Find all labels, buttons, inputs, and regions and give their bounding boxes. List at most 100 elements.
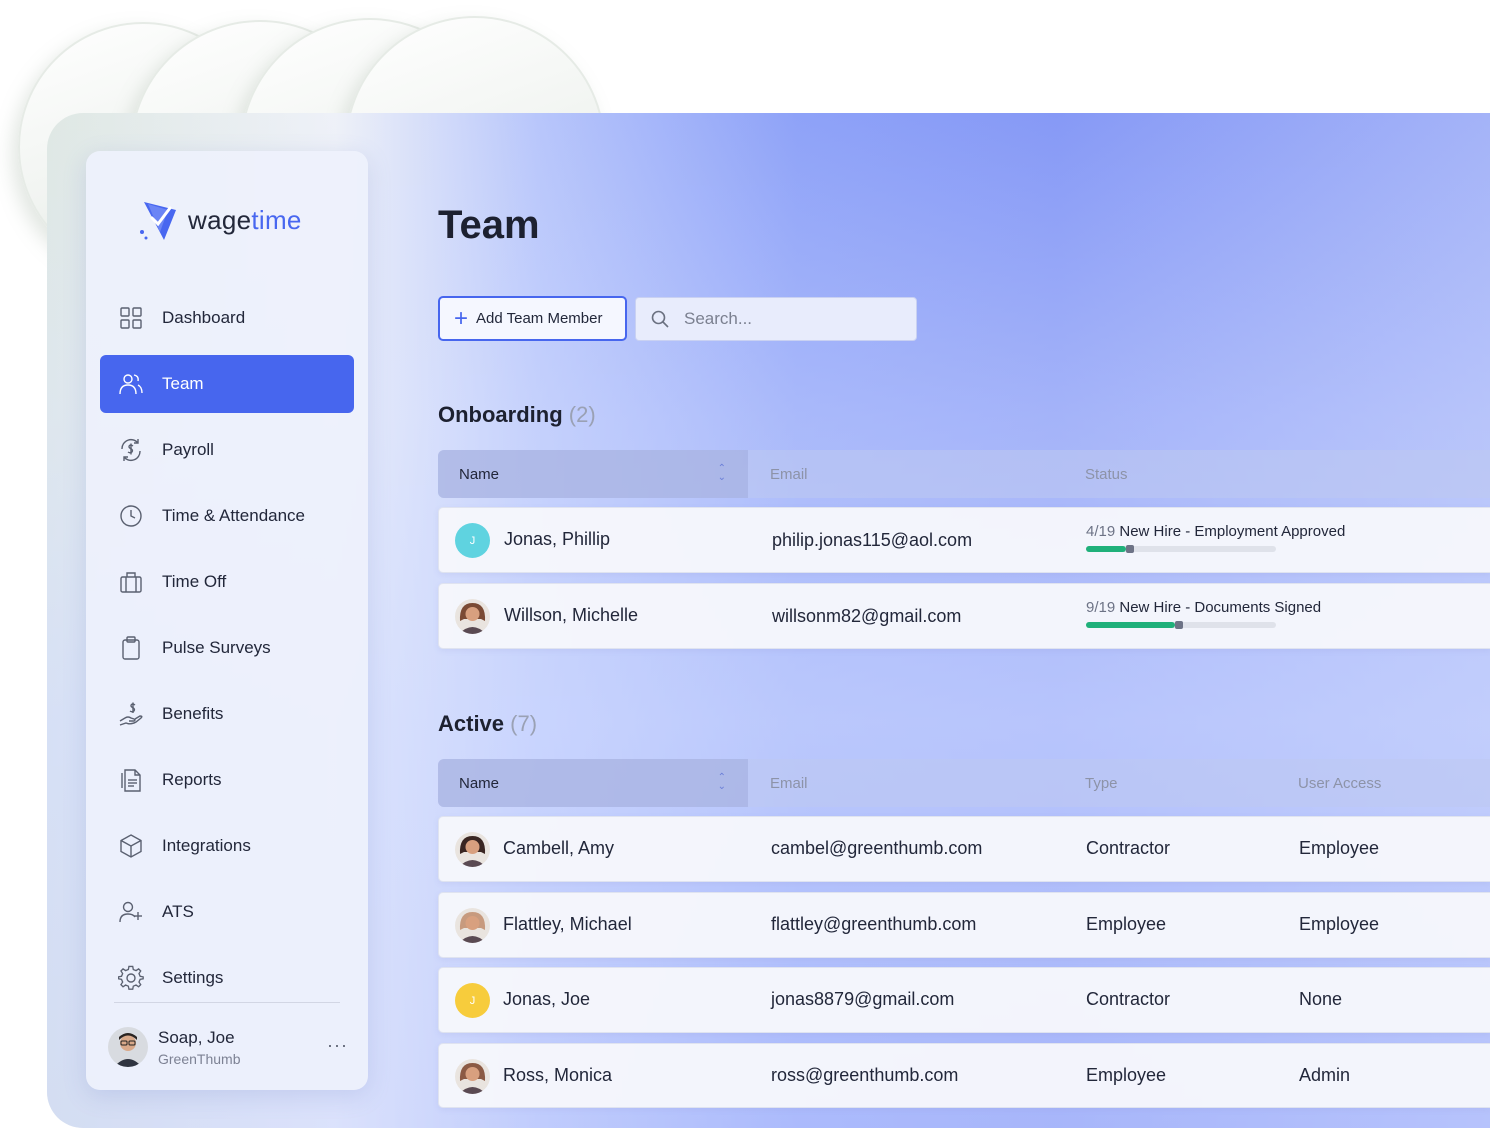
column-header-name-label: Name: [459, 465, 500, 483]
member-name: Flattley, Michael: [503, 914, 632, 934]
hand-dollar-icon: [118, 701, 144, 727]
sidebar-item-label: Time Off: [162, 572, 227, 591]
table-row[interactable]: J Jonas, Phillip philip.jonas115@aol.com 4/…: [438, 507, 1490, 573]
sidebar: wagetime Dashboard Team Payroll Time & Atte…: [86, 151, 368, 1090]
member-name: Cambell, Amy: [503, 838, 615, 858]
sidebar-item-label: Benefits: [162, 704, 224, 723]
sort-icon[interactable]: ⌃ ⌄: [718, 464, 726, 483]
cube-icon: [118, 833, 144, 859]
clock-icon: [118, 503, 144, 529]
page-title: Team: [438, 203, 540, 247]
plus-icon: +: [454, 304, 469, 332]
member-email: willsonm82@gmail.com: [772, 606, 962, 626]
onboarding-title: Onboarding: [438, 402, 563, 427]
member-name: Willson, Michelle: [504, 605, 639, 625]
user-plus-icon: [118, 899, 144, 925]
member-user-access: Employee: [1299, 914, 1380, 934]
avatar: J: [455, 983, 490, 1018]
active-table-header: Name ⌃ ⌄ Email Type User Access: [438, 759, 1490, 807]
active-section-title: Active (7): [438, 711, 537, 737]
member-type: Contractor: [1086, 838, 1171, 858]
brand-logo[interactable]: wagetime: [138, 196, 302, 244]
member-type: Contractor: [1086, 989, 1171, 1009]
sidebar-item-time-attendance[interactable]: Time & Attendance: [100, 487, 354, 545]
table-row[interactable]: Ross, Monica ross@greenthumb.com Employee A…: [438, 1043, 1490, 1108]
member-user-access: Admin: [1299, 1065, 1351, 1085]
status-text: 9/19 New Hire - Documents Signed: [1086, 599, 1321, 616]
column-header-email[interactable]: Email: [770, 450, 808, 498]
add-team-member-button[interactable]: + Add Team Member: [438, 296, 627, 341]
sort-icon[interactable]: ⌃ ⌄: [718, 773, 726, 792]
member-email: ross@greenthumb.com: [771, 1065, 959, 1085]
sidebar-item-label: Team: [162, 374, 204, 393]
column-header-name[interactable]: Name ⌃ ⌄: [438, 759, 748, 807]
search-box[interactable]: [635, 297, 917, 341]
sidebar-item-label: Payroll: [162, 440, 214, 459]
sidebar-item-label: Settings: [162, 968, 224, 987]
brand-name-suffix: time: [251, 204, 302, 235]
status-label: New Hire - Documents Signed: [1119, 599, 1322, 616]
member-user-access: Employee: [1299, 838, 1380, 858]
sidebar-item-label: Reports: [162, 770, 222, 789]
avatar: [455, 832, 490, 867]
avatar: [455, 1059, 490, 1094]
sidebar-item-payroll[interactable]: Payroll: [100, 421, 354, 479]
sidebar-item-benefits[interactable]: Benefits: [100, 685, 354, 743]
more-options-icon[interactable]: ···: [327, 1035, 348, 1056]
column-header-status[interactable]: Status: [1085, 450, 1128, 498]
member-user-access: None: [1299, 989, 1343, 1009]
sidebar-item-dashboard[interactable]: Dashboard: [100, 289, 354, 347]
member-email: philip.jonas115@aol.com: [772, 530, 973, 550]
search-icon: [651, 310, 669, 328]
column-header-name[interactable]: Name ⌃ ⌄: [438, 450, 748, 498]
dollar-cycle-icon: [118, 437, 144, 463]
member-email: cambel@greenthumb.com: [771, 838, 983, 858]
table-row[interactable]: Cambell, Amy cambel@greenthumb.com Contrac…: [438, 816, 1490, 882]
member-type: Employee: [1086, 1065, 1167, 1085]
sidebar-item-label: Integrations: [162, 836, 251, 855]
column-header-type[interactable]: Type: [1085, 759, 1118, 807]
status-progress-bar: [1086, 545, 1276, 553]
avatar-initial: J: [469, 534, 476, 547]
user-profile[interactable]: Soap, Joe GreenThumb ···: [108, 1025, 348, 1069]
avatar: [455, 908, 490, 943]
progress-marker: [1125, 545, 1134, 553]
member-email: flattley@greenthumb.com: [771, 914, 977, 934]
sidebar-item-time-off[interactable]: Time Off: [100, 553, 354, 611]
add-team-member-label: Add Team Member: [476, 310, 603, 327]
avatar: [455, 599, 490, 634]
sidebar-item-label: Time & Attendance: [162, 506, 306, 525]
member-name: Ross, Monica: [503, 1065, 613, 1085]
user-info: Soap, Joe GreenThumb: [158, 1028, 240, 1067]
member-name: Jonas, Joe: [503, 989, 591, 1009]
active-count: (7): [510, 711, 538, 736]
user-name: Soap, Joe: [158, 1027, 235, 1047]
member-name: Jonas, Phillip: [504, 529, 611, 549]
member-email: jonas8879@gmail.com: [771, 989, 955, 1009]
status-label: New Hire - Employment Approved: [1119, 523, 1346, 540]
table-row[interactable]: Willson, Michelle willsonm82@gmail.com 9/1…: [438, 583, 1490, 649]
sidebar-item-reports[interactable]: Reports: [100, 751, 354, 809]
table-row[interactable]: J Jonas, Joe jonas8879@gmail.com Contractor…: [438, 967, 1490, 1033]
member-type: Employee: [1086, 914, 1167, 934]
column-header-name-label: Name: [459, 774, 500, 792]
sidebar-item-team[interactable]: Team: [100, 355, 354, 413]
search-input[interactable]: [684, 309, 894, 329]
status-fraction: 9/19: [1086, 599, 1116, 616]
luggage-icon: [118, 569, 144, 595]
sidebar-item-pulse-surveys[interactable]: Pulse Surveys: [100, 619, 354, 677]
avatar: [108, 1027, 148, 1067]
sidebar-item-integrations[interactable]: Integrations: [100, 817, 354, 875]
users-icon: [118, 371, 144, 397]
column-header-email[interactable]: Email: [770, 759, 808, 807]
brand-name-prefix: wage: [188, 204, 252, 235]
column-header-user-access[interactable]: User Access: [1298, 759, 1381, 807]
user-organization: GreenThumb: [158, 1050, 241, 1067]
table-row[interactable]: Flattley, Michael flattley@greenthumb.com…: [438, 892, 1490, 958]
onboarding-table-header: Name ⌃ ⌄ Email Status: [438, 450, 1490, 498]
sidebar-item-settings[interactable]: Settings: [100, 949, 354, 1007]
sidebar-item-ats[interactable]: ATS: [100, 883, 354, 941]
grid-icon: [118, 305, 144, 331]
sidebar-item-label: Pulse Surveys: [162, 638, 271, 657]
brand-name: wagetime: [188, 205, 302, 236]
